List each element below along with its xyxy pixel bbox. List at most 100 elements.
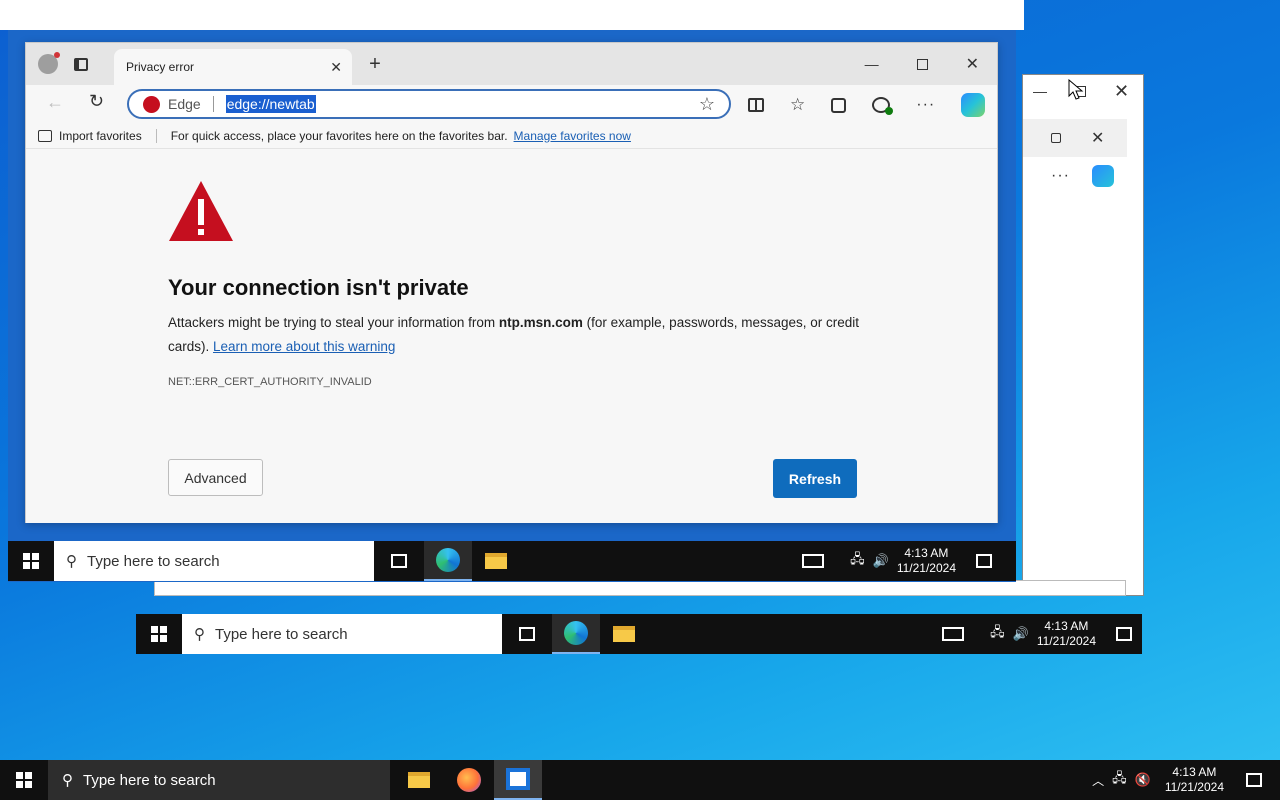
edge-window: Privacy error ✕ + — ✕ ← ↻ Edge edge://ne… bbox=[25, 42, 998, 523]
error-description: Attackers might be trying to steal your … bbox=[168, 311, 868, 359]
toolbar-buttons: ☆ ··· bbox=[748, 93, 986, 117]
mouse-cursor-icon bbox=[1068, 79, 1084, 100]
file-explorer-icon[interactable] bbox=[394, 760, 444, 800]
url-text[interactable]: edge://newtab bbox=[225, 95, 316, 113]
tab-title: Privacy error bbox=[126, 60, 195, 74]
favbar-divider bbox=[155, 128, 157, 143]
search-placeholder: Type here to search bbox=[83, 771, 216, 789]
site-label: Edge bbox=[168, 96, 201, 112]
clock-time: 4:13 AM bbox=[904, 546, 949, 560]
close-icon[interactable]: ✕ bbox=[1091, 128, 1104, 148]
task-view-icon[interactable] bbox=[374, 541, 424, 581]
maximize-icon[interactable] bbox=[916, 58, 928, 70]
edge-taskbar-icon[interactable] bbox=[552, 614, 600, 654]
notifications-icon[interactable] bbox=[1116, 627, 1132, 641]
start-button[interactable] bbox=[8, 541, 54, 581]
taskbar-host: ⚲ Type here to search ︿ 🖧 🔇 4:13 AM 11/21… bbox=[0, 760, 1280, 800]
start-button[interactable] bbox=[136, 614, 182, 654]
edge-taskbar-icon[interactable] bbox=[424, 541, 472, 581]
notifications-icon[interactable] bbox=[1246, 773, 1262, 787]
search-box[interactable]: ⚲ Type here to search bbox=[54, 541, 374, 581]
more-icon[interactable]: ··· bbox=[916, 96, 935, 114]
network-icon[interactable]: 🖧 bbox=[990, 623, 1005, 645]
minimize-icon[interactable]: — bbox=[865, 56, 879, 72]
error-code: NET::ERR_CERT_AUTHORITY_INVALID bbox=[168, 376, 372, 388]
back-icon[interactable]: ← bbox=[46, 92, 64, 113]
copilot-icon[interactable] bbox=[1091, 165, 1114, 187]
network-icon[interactable]: 🖧 bbox=[850, 550, 865, 572]
search-box[interactable]: ⚲ Type here to search bbox=[48, 760, 390, 800]
minimize-icon[interactable]: — bbox=[1033, 83, 1047, 99]
edge-logo-icon bbox=[143, 95, 160, 113]
error-heading: Your connection isn't private bbox=[168, 275, 469, 300]
navigation-toolbar: ← ↻ Edge edge://newtab ☆ ☆ ··· bbox=[26, 85, 997, 119]
description-text: Attackers might be trying to steal your … bbox=[168, 315, 499, 330]
import-favorites-link[interactable]: Import favorites bbox=[59, 129, 142, 143]
clock-date: 11/21/2024 bbox=[1164, 780, 1224, 794]
close-icon[interactable]: ✕ bbox=[1114, 81, 1129, 102]
clock-time: 4:13 AM bbox=[1044, 619, 1089, 633]
manage-favorites-link[interactable]: Manage favorites now bbox=[514, 129, 631, 143]
file-explorer-icon[interactable] bbox=[600, 614, 648, 654]
taskbar-middle: ⚲ Type here to search 🖧 🔊 4:13 AM 11/21/2… bbox=[136, 614, 1142, 654]
firefox-icon[interactable] bbox=[444, 760, 494, 800]
volume-muted-icon[interactable]: 🔇 bbox=[1135, 772, 1151, 788]
clock-date: 11/21/2024 bbox=[1036, 634, 1096, 648]
clock[interactable]: 4:13 AM 11/21/2024 bbox=[1165, 765, 1224, 795]
clock[interactable]: 4:13 AM 11/21/2024 bbox=[1037, 619, 1096, 649]
background-window: — ✕ ✕ ··· bbox=[1022, 74, 1144, 596]
advanced-button[interactable]: Advanced bbox=[168, 459, 263, 496]
remote-desktop-icon[interactable] bbox=[494, 760, 542, 800]
volume-icon[interactable]: 🔊 bbox=[1013, 626, 1029, 642]
split-screen-icon[interactable] bbox=[748, 98, 764, 112]
search-icon: ⚲ bbox=[194, 626, 205, 643]
close-tab-icon[interactable]: ✕ bbox=[330, 59, 342, 76]
more-icon[interactable]: ··· bbox=[1051, 167, 1070, 185]
news-icon[interactable] bbox=[802, 554, 825, 568]
background-window-toolbar: ··· bbox=[1051, 165, 1114, 187]
clock-date: 11/21/2024 bbox=[896, 561, 956, 575]
file-explorer-icon[interactable] bbox=[472, 541, 520, 581]
tab-strip-left bbox=[26, 43, 114, 85]
favorites-icon[interactable]: ☆ bbox=[790, 95, 805, 115]
chevron-up-icon[interactable]: ︿ bbox=[1092, 772, 1104, 789]
new-tab-icon[interactable]: + bbox=[352, 43, 398, 85]
warning-icon bbox=[169, 181, 233, 241]
news-icon[interactable] bbox=[942, 627, 965, 641]
windows-icon bbox=[16, 772, 32, 788]
taskbar-front: ⚲ Type here to search 🖧 🔊 4:13 AM 11/21/2… bbox=[8, 541, 1016, 581]
clock[interactable]: 4:13 AM 11/21/2024 bbox=[897, 546, 956, 576]
network-icon[interactable]: 🖧 bbox=[1112, 769, 1127, 791]
copilot-icon[interactable] bbox=[961, 93, 986, 117]
address-bar[interactable]: Edge edge://newtab ☆ bbox=[127, 89, 731, 119]
description-host: ntp.msn.com bbox=[498, 315, 583, 330]
tab-privacy-error[interactable]: Privacy error ✕ bbox=[114, 49, 352, 85]
search-icon: ⚲ bbox=[66, 553, 77, 570]
notifications-icon[interactable] bbox=[976, 554, 992, 568]
window-bottom-edge bbox=[154, 580, 1126, 596]
task-view-icon[interactable] bbox=[502, 614, 552, 654]
search-placeholder: Type here to search bbox=[87, 552, 220, 570]
start-button[interactable] bbox=[0, 760, 48, 800]
tab-strip: Privacy error ✕ + — ✕ bbox=[26, 43, 997, 85]
favbar-hint: For quick access, place your favorites h… bbox=[170, 128, 508, 143]
import-favorites-icon[interactable] bbox=[38, 129, 52, 142]
address-divider bbox=[212, 96, 214, 112]
window-controls: — ✕ bbox=[865, 43, 997, 85]
favorite-star-icon[interactable]: ☆ bbox=[699, 94, 715, 115]
search-placeholder: Type here to search bbox=[215, 625, 348, 643]
collections-icon[interactable] bbox=[831, 97, 847, 113]
search-box[interactable]: ⚲ Type here to search bbox=[182, 614, 502, 654]
volume-icon[interactable]: 🔊 bbox=[873, 553, 889, 569]
close-icon[interactable]: ✕ bbox=[966, 54, 979, 74]
refresh-icon[interactable]: ↻ bbox=[89, 91, 104, 112]
browser-essentials-icon[interactable] bbox=[872, 97, 894, 115]
restore-icon[interactable] bbox=[1051, 133, 1061, 143]
desktop-white-strip bbox=[0, 0, 1024, 30]
background-window-titlebar: ✕ bbox=[1023, 119, 1127, 157]
refresh-button[interactable]: Refresh bbox=[773, 459, 857, 498]
tab-actions-icon[interactable] bbox=[74, 57, 88, 71]
clock-time: 4:13 AM bbox=[1172, 765, 1217, 779]
learn-more-link[interactable]: Learn more about this warning bbox=[213, 339, 395, 354]
profile-avatar-icon[interactable] bbox=[38, 52, 60, 74]
